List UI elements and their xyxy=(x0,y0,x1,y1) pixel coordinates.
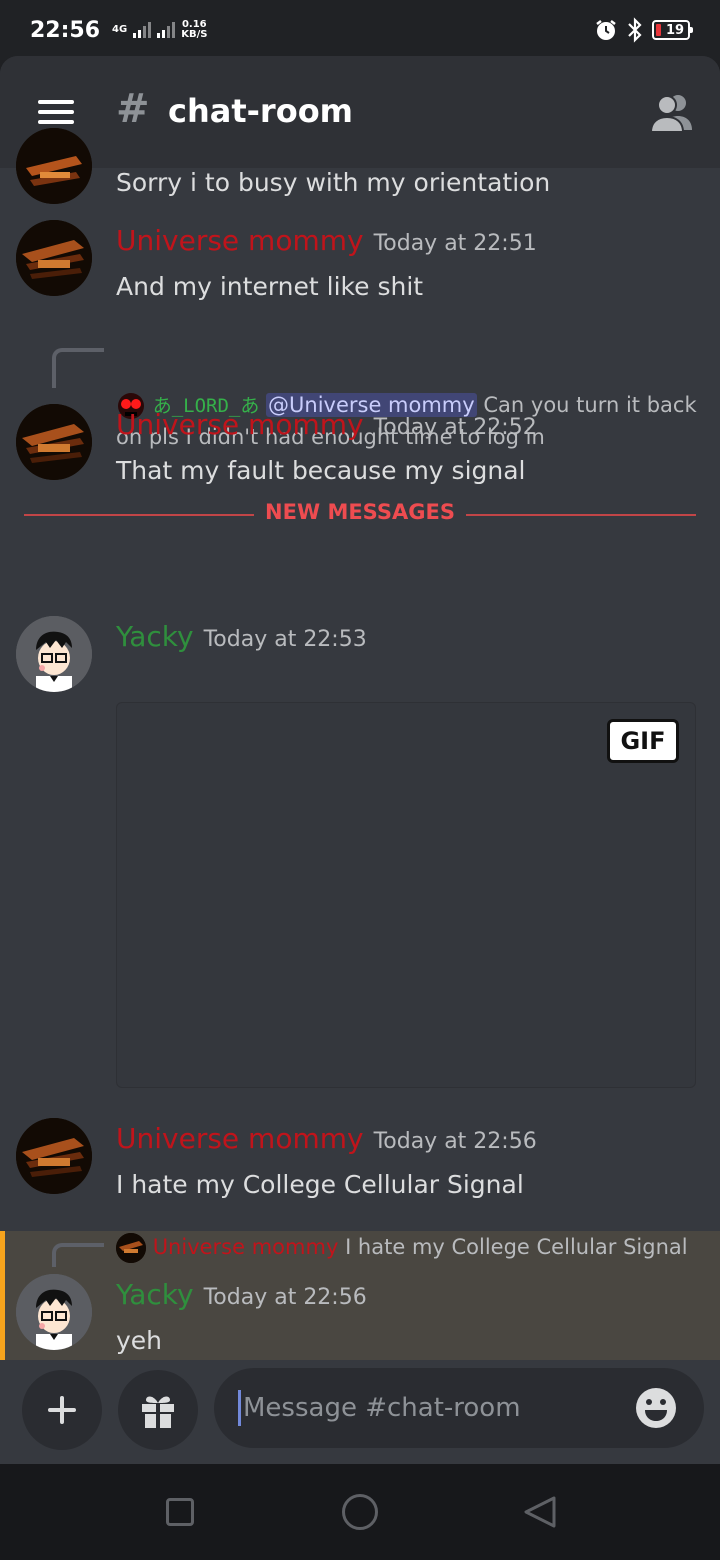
avatar[interactable] xyxy=(16,128,92,204)
home-button[interactable] xyxy=(342,1494,378,1530)
reply-avatar xyxy=(116,1233,146,1263)
avatar[interactable] xyxy=(16,1274,92,1350)
message-timestamp: Today at 22:53 xyxy=(203,627,367,652)
message-timestamp: Today at 22:52 xyxy=(373,415,537,440)
message-author[interactable]: Universe mommy Today at 22:56 xyxy=(116,1122,537,1155)
message-timestamp: Today at 22:56 xyxy=(373,1129,537,1154)
hamburger-icon[interactable] xyxy=(38,100,74,124)
system-navigation-bar xyxy=(0,1464,720,1560)
reply-author[interactable]: Universe mommy xyxy=(153,1235,339,1259)
message-timestamp: Today at 22:56 xyxy=(203,1285,367,1310)
channel-hash-icon: # xyxy=(116,86,150,132)
message-input[interactable]: Message #chat-room xyxy=(214,1368,704,1448)
emoji-icon[interactable] xyxy=(634,1386,678,1430)
reply-connector xyxy=(52,1243,104,1267)
new-messages-label: NEW MESSAGES xyxy=(254,500,466,524)
message-author[interactable]: Yacky Today at 22:53 xyxy=(116,620,367,653)
members-icon[interactable] xyxy=(650,92,694,132)
reply-preview[interactable]: Universe mommy I hate my College Cellula… xyxy=(116,1232,706,1263)
gift-button[interactable] xyxy=(118,1370,198,1450)
gif-badge: GIF xyxy=(607,719,679,763)
message-text: I hate my College Cellular Signal xyxy=(116,1170,524,1199)
avatar[interactable] xyxy=(16,220,92,296)
avatar[interactable] xyxy=(16,1118,92,1194)
message-text: And my internet like shit xyxy=(116,272,424,301)
message-text: yeh xyxy=(116,1326,163,1355)
recents-button[interactable] xyxy=(166,1498,194,1526)
signal-icon xyxy=(133,22,152,38)
net-speed: 0.16 KB/S xyxy=(181,19,208,40)
message-timestamp: Today at 22:51 xyxy=(373,231,537,256)
message-text: Sorry i to busy with my orientation xyxy=(116,168,551,197)
message-author[interactable]: Yacky Today at 22:56 xyxy=(116,1278,367,1311)
signal-icon-2 xyxy=(157,22,176,38)
status-bar: 22:56 4G 0.16 KB/S 19 xyxy=(0,0,720,60)
add-attachment-button[interactable] xyxy=(22,1370,102,1450)
back-icon[interactable] xyxy=(522,1494,558,1530)
text-caret xyxy=(238,1390,241,1426)
clock: 22:56 xyxy=(30,17,101,43)
message-text: That my fault because my signal xyxy=(116,456,526,485)
channel-title: chat-room xyxy=(168,92,354,130)
avatar[interactable] xyxy=(16,404,92,480)
network-indicators: 4G 0.16 KB/S xyxy=(112,20,207,40)
message-author[interactable]: Universe mommy Today at 22:51 xyxy=(116,224,537,257)
message-placeholder: Message #chat-room xyxy=(243,1393,521,1423)
plus-icon xyxy=(48,1396,76,1424)
battery-icon: 19 xyxy=(652,20,693,40)
avatar[interactable] xyxy=(16,616,92,692)
network-type: 4G xyxy=(112,24,128,35)
message-author[interactable]: Universe mommy Today at 22:52 xyxy=(116,408,537,441)
reply-connector xyxy=(52,348,104,388)
gift-icon xyxy=(142,1396,174,1428)
alarm-icon xyxy=(596,20,616,40)
message-composer: Message #chat-room xyxy=(0,1358,720,1464)
message-list[interactable]: Sorry i to busy with my orientation Univ… xyxy=(0,128,720,1360)
discord-app: # chat-room Sorry i to busy with my orie… xyxy=(0,56,720,1464)
bluetooth-icon xyxy=(628,17,642,43)
channel-header: # chat-room xyxy=(0,56,720,168)
gif-attachment[interactable]: GIF xyxy=(116,702,696,1088)
